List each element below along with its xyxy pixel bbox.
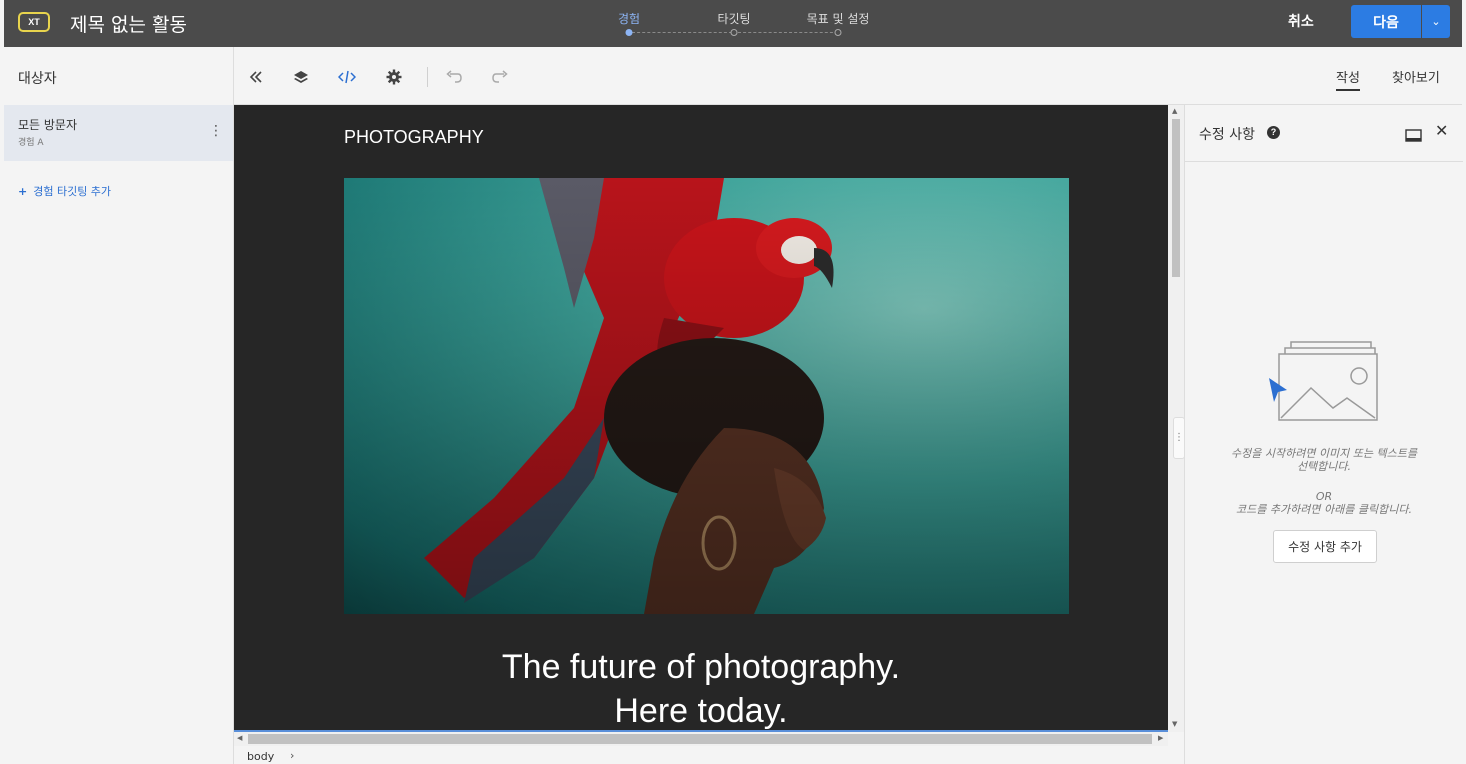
scroll-up-icon[interactable]: ▲	[1172, 107, 1177, 115]
top-bar: XT 제목 없는 활동 경험 타깃팅 목표 및 설정 취소 다음 ⌄	[4, 0, 1462, 47]
editor-toolbar: 작성 찾아보기	[234, 47, 1462, 105]
audience-panel-title: 대상자	[18, 71, 57, 87]
step-goals-settings[interactable]: 목표 및 설정	[807, 10, 870, 27]
audience-name: 모든 방문자	[18, 118, 78, 132]
modifications-panel: 수정 사항 ? ✕ 수정을 시작하려면 이미지 또는 텍스트를 선택합니다. O…	[1184, 105, 1463, 764]
image-placeholder-icon	[1269, 340, 1381, 428]
chevron-right-icon: ›	[290, 749, 295, 762]
step-connector	[632, 32, 732, 33]
scroll-left-icon[interactable]: ◀	[237, 734, 242, 742]
step-dot-experience	[625, 29, 633, 36]
add-experience-targeting-label: 경험 타깃팅 추가	[33, 185, 112, 198]
redo-icon[interactable]	[490, 67, 510, 87]
audience-experience: 경험 A	[18, 138, 44, 148]
headline-line-1[interactable]: The future of photography.	[234, 645, 1168, 689]
plus-icon: +	[18, 185, 28, 198]
horizontal-scroll-thumb[interactable]	[248, 734, 1152, 744]
code-hint: 코드를 추가하려면 아래를 클릭합니다.	[1236, 503, 1412, 516]
help-icon[interactable]: ?	[1267, 126, 1280, 139]
hero-image[interactable]	[344, 178, 1069, 614]
code-icon[interactable]	[337, 67, 357, 87]
scroll-right-icon[interactable]: ▶	[1158, 734, 1163, 742]
site-logo-text[interactable]: PHOTOGRAPHY	[344, 127, 484, 148]
add-experience-targeting-link[interactable]: + 경험 타깃팅 추가	[18, 183, 111, 199]
vertical-scroll-thumb[interactable]	[1172, 119, 1180, 277]
hero-illustration	[344, 178, 1069, 614]
headline-line-2[interactable]: Here today.	[234, 689, 1168, 732]
undo-icon[interactable]	[444, 67, 464, 87]
modifications-panel-header: 수정 사항 ? ✕	[1185, 105, 1463, 162]
step-targeting[interactable]: 타깃팅	[717, 10, 750, 27]
element-breadcrumb: body ›	[234, 746, 1184, 764]
workflow-steps: 경험 타깃팅 목표 및 설정	[604, 0, 884, 47]
collapse-left-icon[interactable]	[246, 67, 266, 87]
activity-type-badge: XT	[18, 12, 50, 32]
layers-icon[interactable]	[291, 67, 311, 87]
step-connector	[738, 32, 838, 33]
page-preview-canvas[interactable]: PHOTOGRAPHY The future of photography. H…	[234, 105, 1168, 732]
step-experience[interactable]: 경험	[618, 10, 640, 27]
next-button[interactable]: 다음	[1351, 5, 1421, 38]
tab-compose[interactable]: 작성	[1336, 67, 1360, 91]
scroll-down-icon[interactable]: ▼	[1172, 720, 1177, 728]
modifications-title: 수정 사항	[1199, 127, 1255, 143]
modifications-hint: 수정을 시작하려면 이미지 또는 텍스트를 선택합니다.	[1230, 447, 1418, 473]
step-dot-goals-settings	[834, 29, 842, 36]
horizontal-scrollbar[interactable]: ◀ ▶	[234, 732, 1168, 746]
cancel-button[interactable]: 취소	[1288, 11, 1314, 31]
add-modification-button[interactable]: 수정 사항 추가	[1273, 530, 1377, 563]
breadcrumb-item-body[interactable]: body	[247, 750, 274, 763]
audience-panel: 대상자 모든 방문자 경험 A ⋮ + 경험 타깃팅 추가	[4, 47, 234, 764]
audience-item-all-visitors[interactable]: 모든 방문자 경험 A ⋮	[4, 105, 233, 161]
toolbar-divider	[427, 67, 428, 87]
tab-browse[interactable]: 찾아보기	[1392, 67, 1440, 89]
chevron-down-icon: ⌄	[1431, 15, 1441, 28]
dock-panel-icon[interactable]	[1405, 127, 1422, 146]
more-options-icon[interactable]: ⋮	[209, 124, 223, 138]
step-dot-targeting	[730, 29, 738, 36]
close-icon[interactable]: ✕	[1435, 123, 1448, 139]
or-separator: OR	[1315, 490, 1333, 503]
next-dropdown-button[interactable]: ⌄	[1422, 5, 1450, 38]
settings-icon[interactable]	[384, 67, 404, 87]
activity-title[interactable]: 제목 없는 활동	[70, 10, 187, 37]
